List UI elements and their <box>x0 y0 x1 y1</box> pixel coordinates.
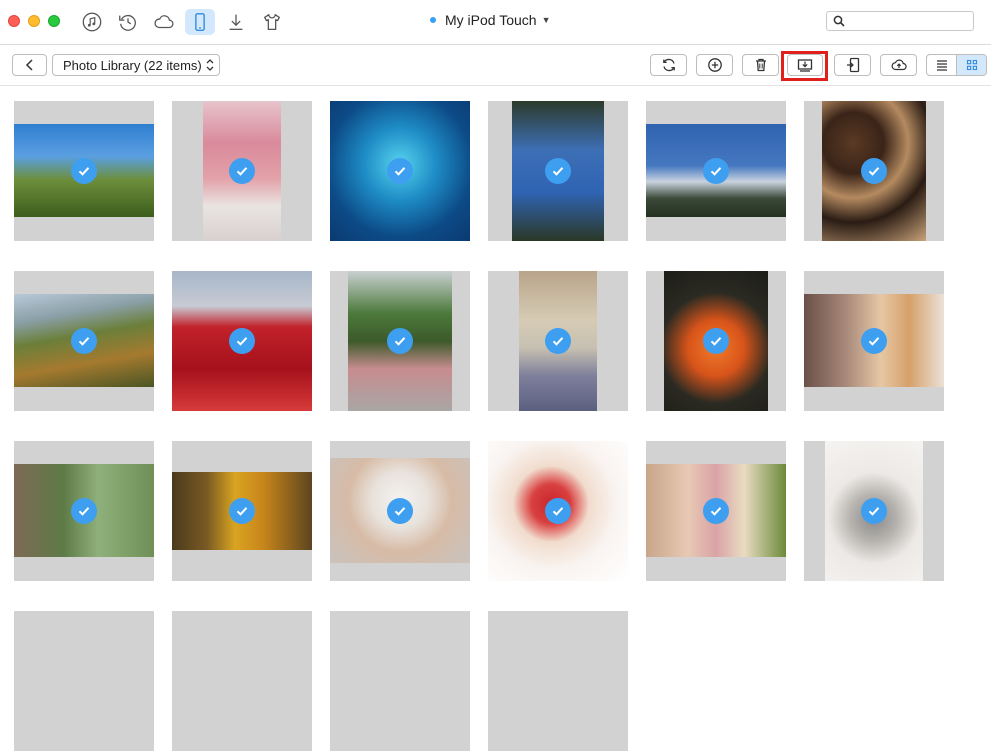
add-button[interactable] <box>696 54 733 76</box>
checkmark-icon[interactable] <box>545 498 571 524</box>
connected-status-icon <box>430 17 436 23</box>
photo-tile[interactable] <box>330 611 470 751</box>
checkmark-icon[interactable] <box>229 498 255 524</box>
close-window-button[interactable] <box>8 15 20 27</box>
photo-tile[interactable] <box>330 271 470 411</box>
title-bar: My iPod Touch ▼ <box>0 0 991 45</box>
checkmark-icon[interactable] <box>71 498 97 524</box>
cloud-icon[interactable] <box>149 9 179 35</box>
photo-tile[interactable] <box>330 101 470 241</box>
album-label: Photo Library (22 items) <box>63 57 202 73</box>
chevron-left-icon <box>25 59 33 71</box>
device-selector[interactable]: My iPod Touch ▼ <box>430 12 551 28</box>
search-input[interactable] <box>849 13 969 29</box>
delete-button[interactable] <box>742 54 779 76</box>
send-to-device-button[interactable] <box>834 54 871 76</box>
toolbar: Photo Library (22 items) <box>0 45 991 86</box>
checkmark-icon[interactable] <box>71 328 97 354</box>
photo-tile[interactable] <box>646 101 786 241</box>
checkmark-icon[interactable] <box>861 158 887 184</box>
checkmark-icon[interactable] <box>703 158 729 184</box>
photo-tile[interactable] <box>172 441 312 581</box>
checkmark-icon[interactable] <box>387 498 413 524</box>
photo-tile[interactable] <box>14 271 154 411</box>
checkmark-icon[interactable] <box>229 328 255 354</box>
cloud-upload-icon <box>891 59 907 71</box>
photo-grid <box>0 85 991 751</box>
checkmark-icon[interactable] <box>545 328 571 354</box>
photo-tile[interactable] <box>488 611 628 751</box>
photo-tile[interactable] <box>14 101 154 241</box>
upload-to-cloud-button[interactable] <box>880 54 917 76</box>
refresh-icon <box>662 58 675 72</box>
send-to-device-icon <box>846 57 859 73</box>
checkmark-icon[interactable] <box>545 158 571 184</box>
album-dropdown[interactable]: Photo Library (22 items) <box>52 54 220 76</box>
minimize-window-button[interactable] <box>28 15 40 27</box>
photo-tile[interactable] <box>804 271 944 411</box>
search-icon <box>833 15 845 27</box>
search-box[interactable] <box>826 11 974 31</box>
photo-tile[interactable] <box>488 271 628 411</box>
photo-tile[interactable] <box>646 441 786 581</box>
photo-tile[interactable] <box>172 611 312 751</box>
device-icon[interactable] <box>185 9 215 35</box>
photo-tile[interactable] <box>804 101 944 241</box>
photo-tile[interactable] <box>488 101 628 241</box>
music-icon[interactable] <box>77 9 107 35</box>
refresh-button[interactable] <box>650 54 687 76</box>
photo-tile[interactable] <box>804 441 944 581</box>
download-icon[interactable] <box>221 9 251 35</box>
list-view-button[interactable] <box>927 55 956 75</box>
checkmark-icon[interactable] <box>71 158 97 184</box>
trash-icon <box>755 58 766 72</box>
history-icon[interactable] <box>113 9 143 35</box>
checkmark-icon[interactable] <box>703 498 729 524</box>
photo-tile[interactable] <box>488 441 628 581</box>
checkmark-icon[interactable] <box>861 498 887 524</box>
photo-tile[interactable] <box>172 271 312 411</box>
add-circle-icon <box>707 58 722 72</box>
checkmark-icon[interactable] <box>861 328 887 354</box>
grid-view-button[interactable] <box>956 55 986 75</box>
back-button[interactable] <box>12 54 47 76</box>
photo-tile[interactable] <box>646 271 786 411</box>
checkmark-icon[interactable] <box>387 328 413 354</box>
grid-icon <box>966 59 977 71</box>
view-toggle <box>926 54 987 76</box>
checkmark-icon[interactable] <box>229 158 255 184</box>
chevron-down-icon: ▼ <box>541 15 551 25</box>
tshirt-icon[interactable] <box>257 9 287 35</box>
highlight-box <box>781 51 828 81</box>
list-icon <box>936 60 947 71</box>
checkmark-icon[interactable] <box>387 158 413 184</box>
up-down-arrows-icon <box>206 59 214 71</box>
photo-tile[interactable] <box>14 441 154 581</box>
device-name: My iPod Touch <box>445 12 537 28</box>
photo-tile[interactable] <box>330 441 470 581</box>
checkmark-icon[interactable] <box>703 328 729 354</box>
photo-tile[interactable] <box>14 611 154 751</box>
maximize-window-button[interactable] <box>48 15 60 27</box>
photo-tile[interactable] <box>172 101 312 241</box>
